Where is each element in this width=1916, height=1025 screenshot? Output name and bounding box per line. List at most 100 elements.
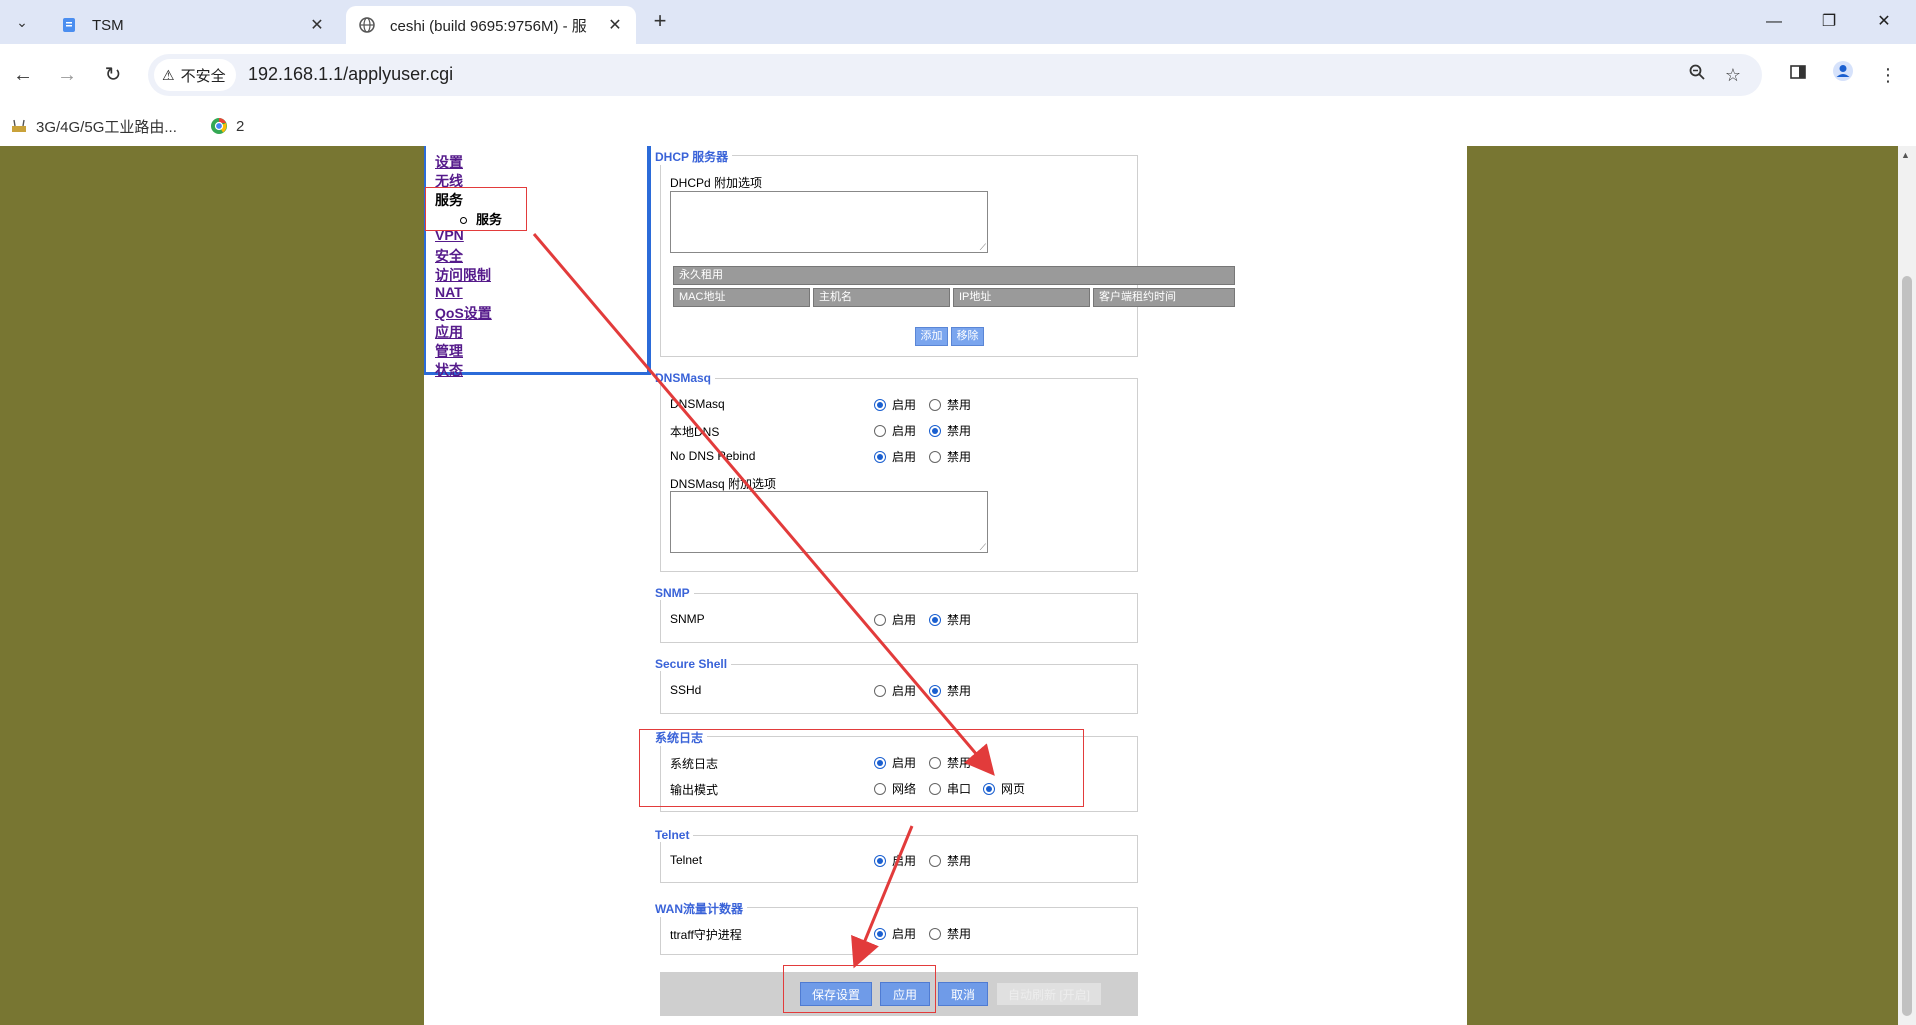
- forward-button[interactable]: →: [52, 60, 82, 90]
- restore-button[interactable]: ❐: [1809, 8, 1849, 36]
- radio-label: 启用: [892, 613, 917, 627]
- security-label: 不安全: [180, 67, 226, 85]
- security-chip[interactable]: ⚠ 不安全: [154, 59, 236, 91]
- address-bar[interactable]: ⚠ 不安全 192.168.1.1/applyuser.cgi ☆: [148, 54, 1762, 96]
- radio-dot: [929, 450, 941, 463]
- chevron-down-icon: ⌄: [16, 13, 28, 30]
- telnet-disable-radio[interactable]: 禁用: [929, 852, 971, 869]
- restore-icon: ❐: [1821, 13, 1837, 30]
- snmp-label: SNMP: [670, 612, 705, 626]
- reload-button[interactable]: ↻: [98, 60, 128, 90]
- bookmark-label: 3G/4G/5G工业路由...: [36, 118, 177, 136]
- tab-ceshi[interactable]: ceshi (build 9695:9756M) - 服 ✕: [346, 6, 636, 44]
- snmp-enable-radio[interactable]: 启用: [874, 611, 916, 628]
- auto-refresh-button[interactable]: 自动刷新 [开启]: [996, 982, 1102, 1006]
- lease-table-title: 永久租用: [673, 266, 1235, 285]
- telnet-label: Telnet: [670, 853, 703, 867]
- more-menu-icon[interactable]: ⋮: [1873, 60, 1903, 90]
- side-panel-icon[interactable]: [1783, 60, 1813, 90]
- radio-label: 禁用: [947, 613, 972, 627]
- sshd-enable-radio[interactable]: 启用: [874, 682, 916, 699]
- dnsmasq-label: DNSMasq: [670, 397, 725, 411]
- col-mac: MAC地址: [673, 288, 810, 307]
- tab-title: ceshi (build 9695:9756M) - 服: [390, 17, 587, 35]
- dnsmasq-disable-radio[interactable]: 禁用: [929, 396, 971, 413]
- scroll-thumb[interactable]: [1902, 276, 1912, 1016]
- menu-item-security[interactable]: 安全: [435, 246, 463, 266]
- menu-item-administration[interactable]: 管理: [435, 341, 463, 361]
- section-title-dnsmasq: DNSMasq: [655, 371, 716, 385]
- dnsmasq-enable-radio[interactable]: 启用: [874, 396, 916, 413]
- arrow-right-icon: →: [57, 64, 77, 86]
- divider: [648, 146, 651, 375]
- local-dns-disable-radio[interactable]: 禁用: [929, 422, 971, 439]
- menu-item-status[interactable]: 状态: [435, 360, 463, 380]
- bookmark-2[interactable]: 2: [210, 114, 244, 138]
- radio-label: 启用: [892, 854, 917, 868]
- ttraff-enable-radio[interactable]: 启用: [874, 925, 916, 942]
- dhcp-option-textarea[interactable]: [670, 191, 988, 253]
- minimize-button[interactable]: —: [1754, 8, 1794, 36]
- add-lease-button[interactable]: 添加: [915, 327, 948, 346]
- dnsmasq-option-textarea[interactable]: [670, 491, 988, 553]
- close-icon: ✕: [1877, 13, 1891, 30]
- tab-bar: ⌄ TSM ✕ ceshi (build 9695:9756M) - 服 ✕ +…: [0, 0, 1916, 44]
- radio-label: 禁用: [947, 398, 972, 412]
- url-text[interactable]: 192.168.1.1/applyuser.cgi: [248, 64, 453, 85]
- no-dns-rebind-enable-radio[interactable]: 启用: [874, 448, 916, 465]
- dhcp-option-label: DHCPd 附加选项: [670, 176, 763, 190]
- back-button[interactable]: ←: [8, 60, 38, 90]
- router-page: 设置 无线 服务 服务 VPN 安全 访问限制 NAT QoS设置 应用 管理 …: [424, 146, 1467, 1025]
- minimize-icon: —: [1766, 13, 1782, 30]
- ttraff-label: ttraff守护进程: [670, 928, 742, 942]
- bookmark-router[interactable]: 3G/4G/5G工业路由...: [10, 114, 177, 138]
- close-icon[interactable]: ✕: [308, 15, 326, 35]
- tab-title: TSM: [92, 16, 124, 34]
- star-icon[interactable]: ☆: [1720, 62, 1746, 88]
- radio-label: 启用: [892, 684, 917, 698]
- col-ip: IP地址: [953, 288, 1090, 307]
- radio-dot: [929, 684, 941, 697]
- scroll-up-arrow-icon[interactable]: ▲: [1901, 150, 1910, 160]
- radio-dot: [874, 927, 886, 940]
- local-dns-enable-radio[interactable]: 启用: [874, 422, 916, 439]
- sshd-label: SSHd: [670, 683, 702, 697]
- radio-dot: [874, 424, 886, 437]
- tab-search-button[interactable]: ⌄: [8, 8, 36, 36]
- bookmarks-bar: 3G/4G/5G工业路由... 2: [0, 106, 1916, 146]
- menu-item-access-restrictions[interactable]: 访问限制: [435, 265, 491, 285]
- profile-avatar-icon[interactable]: [1828, 60, 1858, 90]
- zoom-icon[interactable]: [1684, 62, 1710, 88]
- telnet-enable-radio[interactable]: 启用: [874, 852, 916, 869]
- left-menu: 设置 无线 服务 服务 VPN 安全 访问限制 NAT QoS设置 应用 管理 …: [424, 146, 650, 378]
- ttraff-disable-radio[interactable]: 禁用: [929, 925, 971, 942]
- sshd-disable-radio[interactable]: 禁用: [929, 682, 971, 699]
- section-title-dhcp: DHCP 服务器: [655, 148, 733, 165]
- close-icon[interactable]: ✕: [606, 15, 624, 35]
- section-title-ssh: Secure Shell: [655, 657, 732, 671]
- bookmark-label: 2: [236, 117, 245, 135]
- menu-item-qos[interactable]: QoS设置: [435, 303, 492, 323]
- snmp-disable-radio[interactable]: 禁用: [929, 611, 971, 628]
- radio-dot: [874, 450, 886, 463]
- menu-item-setup[interactable]: 设置: [435, 152, 463, 172]
- remove-lease-button[interactable]: 移除: [951, 327, 984, 346]
- cancel-button[interactable]: 取消: [938, 982, 988, 1006]
- new-tab-button[interactable]: +: [648, 10, 672, 34]
- page-scrollbar[interactable]: ▲: [1898, 146, 1916, 1025]
- annotation-box-services: [425, 187, 527, 231]
- dnsmasq-option-label: DNSMasq 附加选项: [670, 477, 777, 491]
- menu-item-nat[interactable]: NAT: [435, 284, 463, 300]
- menu-item-applications[interactable]: 应用: [435, 322, 463, 342]
- radio-label: 启用: [892, 450, 917, 464]
- no-dns-rebind-disable-radio[interactable]: 禁用: [929, 448, 971, 465]
- globe-icon: [358, 16, 376, 34]
- radio-dot: [874, 854, 886, 867]
- radio-dot: [929, 398, 941, 411]
- local-dns-label: 本地DNS: [670, 425, 720, 439]
- tab-tsm[interactable]: TSM ✕: [48, 6, 338, 44]
- plus-icon: +: [653, 8, 667, 33]
- annotation-box-syslog: [639, 729, 1084, 807]
- window-close-button[interactable]: ✕: [1864, 8, 1904, 36]
- radio-label: 启用: [892, 424, 917, 438]
